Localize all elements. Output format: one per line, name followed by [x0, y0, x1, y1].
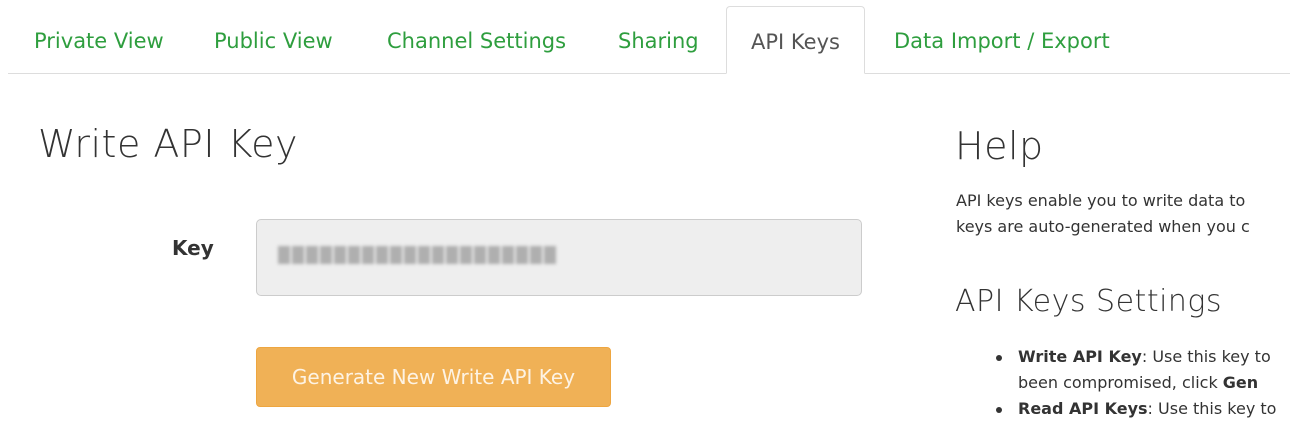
key-label: Key	[172, 236, 214, 260]
tab-bar: Private View Public View Channel Setting…	[8, 6, 1290, 74]
list-item-text: : Use this key to	[1147, 399, 1277, 418]
help-title: Help	[955, 124, 1044, 168]
list-item: Read API Keys: Use this key to	[990, 396, 1290, 422]
tab-public-view[interactable]: Public View	[214, 6, 333, 73]
list-item-title: Read API Keys	[1018, 399, 1148, 418]
help-paragraph: API keys enable you to write data to key…	[956, 188, 1290, 240]
list-item-title: Write API Key	[1018, 347, 1142, 366]
write-api-key-field[interactable]	[256, 219, 862, 296]
help-paragraph-line: keys are auto-generated when you c	[956, 217, 1250, 236]
list-item-text-bold: Gen	[1222, 373, 1259, 392]
generate-write-api-key-button[interactable]: Generate New Write API Key	[256, 347, 611, 407]
list-item-text: been compromised, click	[1018, 373, 1223, 392]
page-title: Write API Key	[38, 122, 298, 166]
bullet-icon	[996, 355, 1002, 361]
list-item-text: : Use this key to	[1141, 347, 1271, 366]
tab-data-import-export[interactable]: Data Import / Export	[894, 6, 1110, 73]
tab-channel-settings[interactable]: Channel Settings	[387, 6, 566, 73]
help-paragraph-line: API keys enable you to write data to	[956, 191, 1246, 210]
tab-private-view[interactable]: Private View	[34, 6, 164, 73]
tab-api-keys[interactable]: API Keys	[726, 6, 865, 74]
help-settings-list: Write API Key: Use this key to been comp…	[990, 344, 1290, 422]
api-keys-settings-heading: API Keys Settings	[955, 284, 1223, 319]
list-item: Write API Key: Use this key to been comp…	[990, 344, 1290, 396]
tab-sharing[interactable]: Sharing	[618, 6, 699, 73]
bullet-icon	[996, 407, 1002, 413]
